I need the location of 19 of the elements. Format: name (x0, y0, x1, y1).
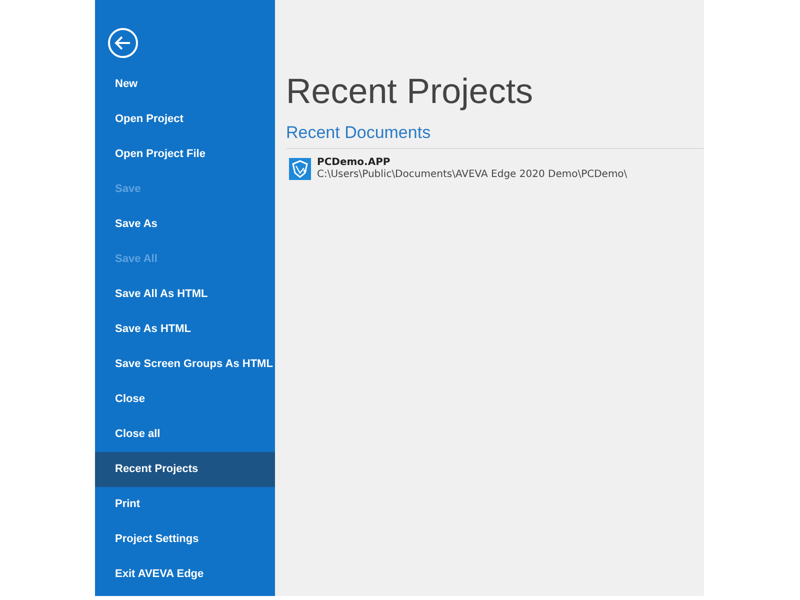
menu-item[interactable]: Close (95, 382, 275, 417)
back-button[interactable] (107, 27, 139, 59)
menu-item[interactable]: Print (95, 487, 275, 522)
menu-item[interactable]: Project Settings (95, 522, 275, 557)
menu-item[interactable]: Save All As HTML (95, 277, 275, 312)
document-name[interactable]: PCDemo.APP (317, 157, 628, 169)
menu-item[interactable]: Save As HTML (95, 312, 275, 347)
page-title: Recent Projects (286, 71, 534, 113)
menu-item[interactable]: New (95, 67, 275, 102)
menu-item[interactable]: Save As (95, 207, 275, 242)
menu-item[interactable]: Recent Projects (95, 452, 275, 487)
menu-item[interactable]: Close all (95, 417, 275, 452)
document-path: C:\Users\Public\Documents\AVEVA Edge 2020 Demo\PCDemo\ (317, 169, 628, 181)
menu-item[interactable]: Exit AVEVA Edge (95, 557, 275, 592)
menu-item[interactable]: Open Project File (95, 137, 275, 172)
menu-item[interactable]: Open Project (95, 102, 275, 137)
project-icon (289, 158, 311, 180)
section-heading: Recent Documents (286, 122, 432, 144)
menu-item[interactable]: Save Screen Groups As HTML (95, 347, 275, 382)
